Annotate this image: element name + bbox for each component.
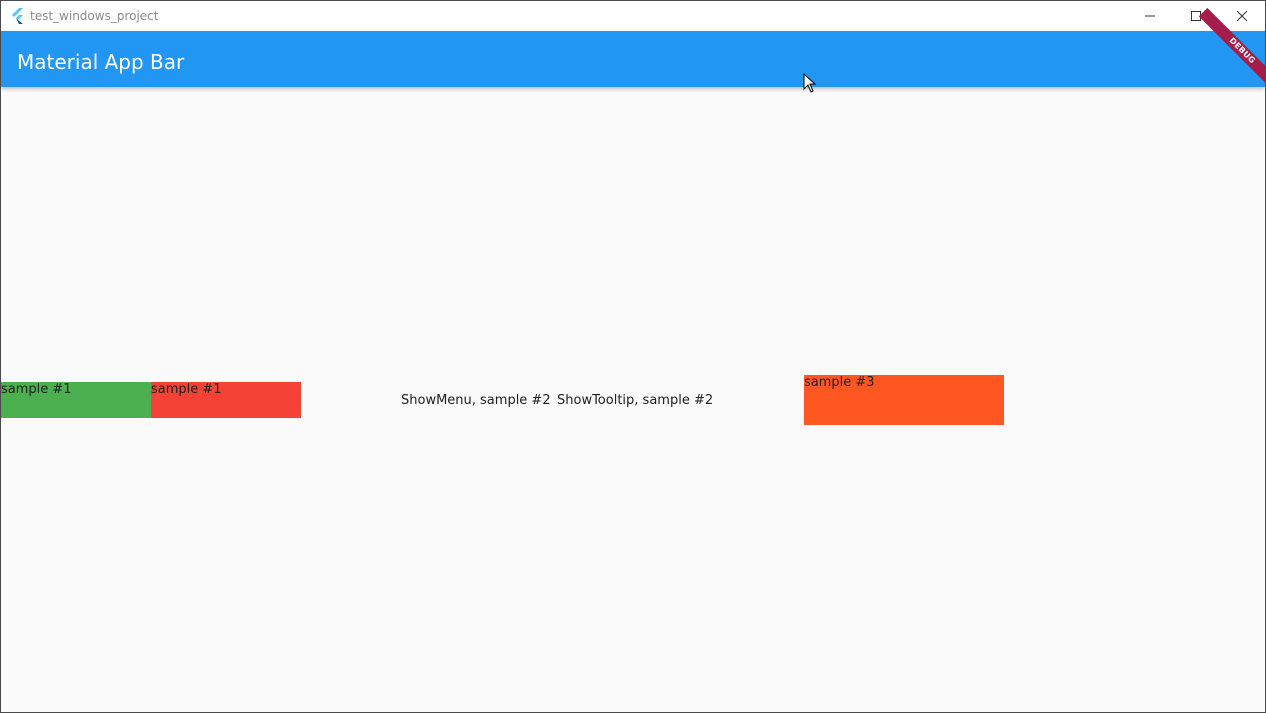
show-tooltip-button[interactable]: ShowTooltip, sample #2 <box>557 393 713 408</box>
mouse-cursor-icon <box>803 73 817 93</box>
flutter-logo-icon <box>12 8 23 24</box>
sample3-box[interactable]: sample #3 <box>804 375 1004 425</box>
minimize-icon <box>1145 15 1155 17</box>
show-menu-button[interactable]: ShowMenu, sample #2 <box>401 393 551 408</box>
sample1-green-box[interactable]: sample #1 <box>1 382 151 418</box>
app-bar-title: Material App Bar <box>17 50 185 74</box>
minimize-button[interactable] <box>1127 1 1173 31</box>
app-bar: Material App Bar DEBUG <box>1 7 1265 95</box>
app-window: test_windows_project Material App Bar DE… <box>0 0 1266 713</box>
main-content: sample #1 sample #1 ShowMenu, sample #2 … <box>1 87 1265 712</box>
window-title: test_windows_project <box>30 9 159 23</box>
close-icon <box>1237 11 1247 21</box>
window-titlebar[interactable]: test_windows_project <box>1 1 1265 31</box>
sample1-red-box[interactable]: sample #1 <box>151 382 301 418</box>
